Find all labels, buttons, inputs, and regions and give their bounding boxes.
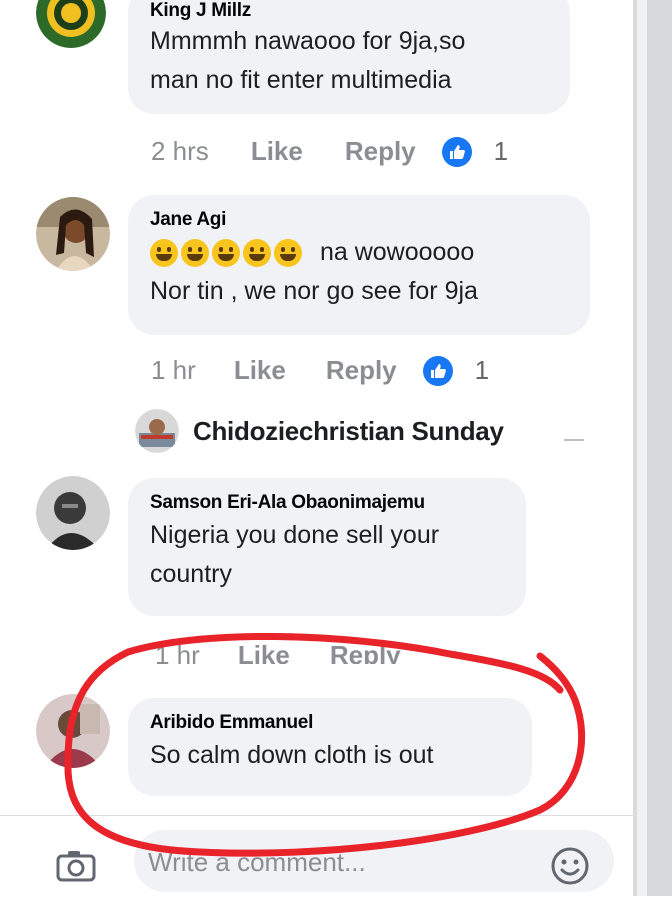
like-button[interactable]: Like <box>234 355 286 386</box>
avatar[interactable] <box>36 476 110 550</box>
reply-author[interactable]: Chidoziechristian Sunday <box>193 416 504 447</box>
comment-bubble[interactable]: Jane Agi na wowooooo Nor tin , we nor go… <box>128 195 590 335</box>
comment-text: Mmmmh nawaooo for 9ja,so <box>150 27 466 55</box>
laughing-emoji-icon <box>181 239 209 268</box>
comment-actions: 1 hr Like Reply <box>155 640 401 664</box>
reply-button[interactable]: Reply <box>326 355 397 386</box>
reply-button[interactable]: Reply <box>345 136 416 167</box>
comment-author[interactable]: Aribido Emmanuel <box>150 712 510 734</box>
rofl-emoji-icon <box>212 239 240 268</box>
comment-text-line: na wowooooo <box>150 233 568 272</box>
reply-button[interactable]: Reply <box>330 640 401 664</box>
reply-thread[interactable]: Chidoziechristian Sunday <box>135 409 504 453</box>
grinning-emoji-icon <box>243 239 271 268</box>
comment-text: country <box>150 560 232 588</box>
side-panel <box>633 0 672 896</box>
comment-actions: 2 hrs Like Reply 1 <box>151 136 508 167</box>
comment-bubble[interactable]: King J Millz Mmmmh nawaooo for 9ja,so ma… <box>128 0 570 114</box>
comment-bubble[interactable]: Aribido Emmanuel So calm down cloth is o… <box>128 698 532 796</box>
emoji-icon[interactable] <box>550 846 590 886</box>
avatar[interactable] <box>36 197 110 271</box>
comment-text: Nigeria you done sell your <box>150 521 440 549</box>
like-reaction-icon[interactable] <box>422 355 453 386</box>
divider <box>564 439 584 441</box>
comment-text: Nor tin , we nor go see for 9ja <box>150 277 478 305</box>
comment-text: So calm down cloth is out <box>150 741 434 769</box>
comment-author[interactable]: Samson Eri-Ala Obaonimajemu <box>150 492 504 514</box>
like-reaction-icon[interactable] <box>441 136 472 167</box>
comment-field[interactable] <box>134 830 614 892</box>
comment-bubble[interactable]: Samson Eri-Ala Obaonimajemu Nigeria you … <box>128 478 526 616</box>
avatar[interactable] <box>36 694 110 768</box>
comment-author[interactable]: Jane Agi <box>150 209 568 231</box>
reaction-count[interactable]: 1 <box>475 355 489 386</box>
comment-time[interactable]: 2 hrs <box>151 136 209 167</box>
comment-input[interactable] <box>146 838 540 886</box>
comment-actions: 1 hr Like Reply 1 <box>151 355 489 386</box>
grinning-emoji-icon <box>274 239 302 268</box>
comment-text: na wowooooo <box>319 238 475 266</box>
comment-author[interactable]: King J Millz <box>150 0 548 22</box>
camera-icon[interactable] <box>56 850 96 882</box>
like-button[interactable]: Like <box>238 640 290 664</box>
comment-time[interactable]: 1 hr <box>155 640 200 664</box>
avatar[interactable] <box>36 0 106 48</box>
comment-text: man no fit enter multimedia <box>150 66 452 94</box>
reaction-count[interactable]: 1 <box>494 136 508 167</box>
grinning-emoji-icon <box>150 239 178 268</box>
avatar[interactable] <box>135 409 179 453</box>
like-button[interactable]: Like <box>251 136 303 167</box>
comment-time[interactable]: 1 hr <box>151 355 196 386</box>
